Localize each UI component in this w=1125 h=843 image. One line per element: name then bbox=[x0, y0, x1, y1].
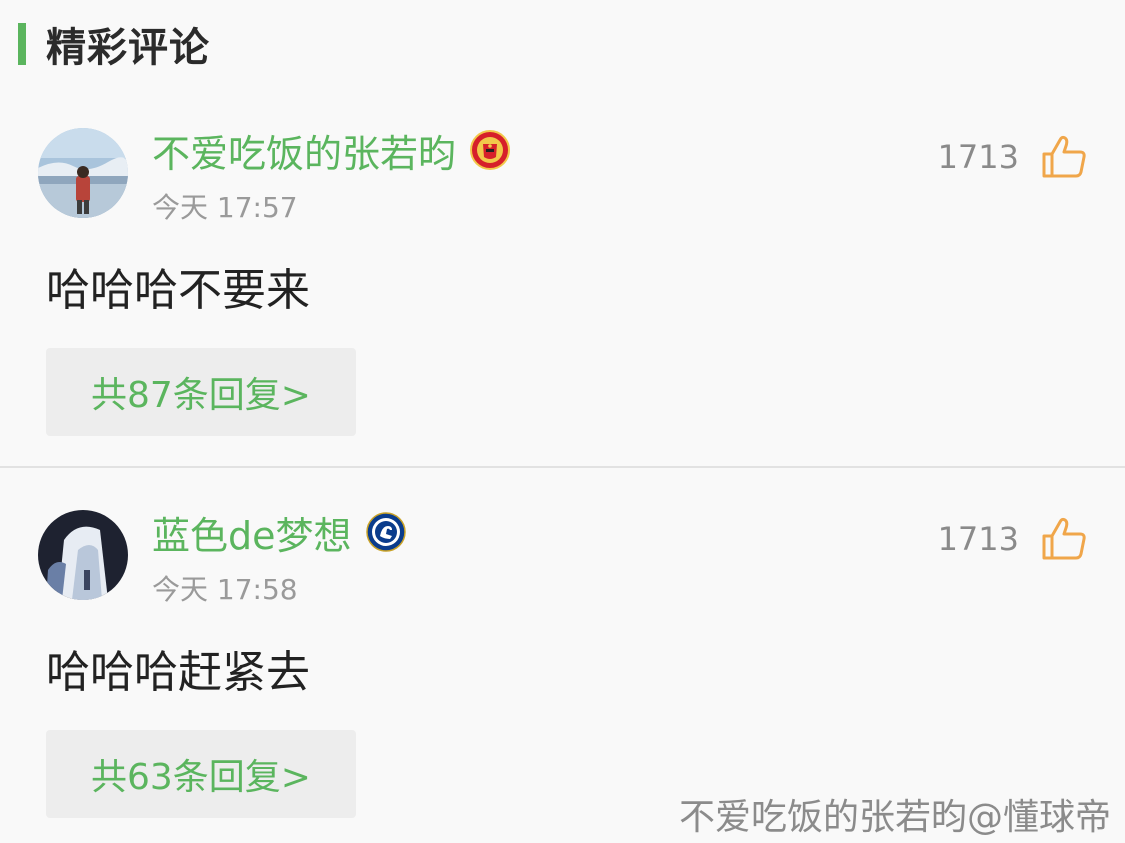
username[interactable]: 不爱吃饭的张若昀 bbox=[152, 126, 511, 176]
username-text[interactable]: 蓝色de梦想 bbox=[152, 505, 352, 560]
comment-time: 今天 17:57 bbox=[152, 191, 298, 224]
like-group: 1713 bbox=[938, 134, 1087, 180]
view-replies-button[interactable]: 共87条回复> bbox=[46, 348, 356, 436]
thumbs-up-icon[interactable] bbox=[1041, 516, 1087, 562]
section-accent-bar bbox=[18, 23, 26, 65]
comment-content: 哈哈哈不要来 bbox=[46, 265, 310, 316]
view-replies-button[interactable]: 共63条回复> bbox=[46, 730, 356, 818]
like-count: 1713 bbox=[937, 138, 1019, 176]
section-header: 精彩评论 bbox=[0, 18, 210, 71]
watermark: 不爱吃饭的张若昀@懂球帝 bbox=[678, 797, 1111, 838]
comments-page: 精彩评论 不爱吃饭的张若昀 今天 17:57 1713 哈哈哈不要来 共87条回… bbox=[0, 0, 1125, 843]
comment-content: 哈哈哈赶紧去 bbox=[46, 647, 310, 698]
section-title: 精彩评论 bbox=[46, 25, 210, 71]
avatar[interactable] bbox=[38, 128, 128, 218]
manchester-united-badge-icon bbox=[470, 130, 511, 170]
username-text[interactable]: 不爱吃饭的张若昀 bbox=[152, 123, 456, 178]
avatar[interactable] bbox=[38, 510, 128, 600]
like-group: 1713 bbox=[938, 516, 1087, 562]
chelsea-badge-icon bbox=[365, 512, 406, 552]
thumbs-up-icon[interactable] bbox=[1041, 134, 1087, 180]
like-count: 1713 bbox=[937, 520, 1019, 558]
username[interactable]: 蓝色de梦想 bbox=[152, 508, 406, 558]
divider bbox=[0, 466, 1125, 468]
comment-time: 今天 17:58 bbox=[152, 573, 298, 606]
